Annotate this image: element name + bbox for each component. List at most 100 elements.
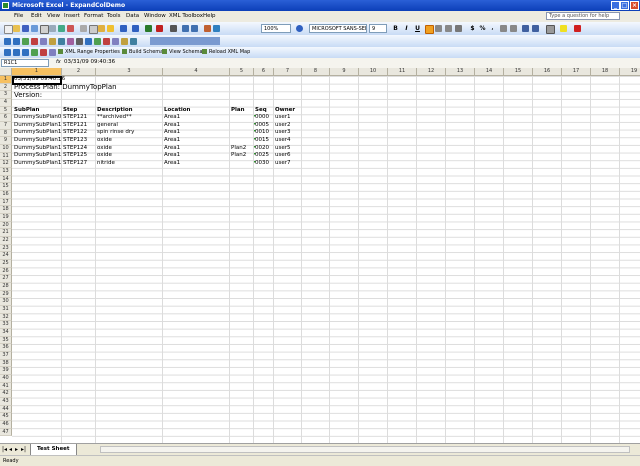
draw-border-icon[interactable] — [156, 25, 163, 32]
toolbar-icon-4[interactable] — [31, 38, 38, 45]
column-header-3[interactable]: 3 — [96, 68, 163, 76]
cell-seq[interactable]: 0025 — [255, 152, 269, 159]
redo-icon[interactable] — [132, 25, 139, 32]
header-owner[interactable]: Owner — [275, 107, 295, 114]
cell-owner[interactable]: user5 — [275, 145, 291, 152]
toolbar-icon-10[interactable] — [85, 38, 92, 45]
toolbar-icon-9[interactable] — [76, 38, 83, 45]
row-header-46[interactable]: 46 — [0, 421, 12, 429]
menu-help[interactable]: Help — [203, 13, 216, 19]
row-header-43[interactable]: 43 — [0, 398, 12, 406]
row-header-40[interactable]: 40 — [0, 375, 12, 383]
italic-button[interactable]: I — [402, 24, 411, 33]
cell-owner[interactable]: user7 — [275, 160, 291, 167]
row-header-33[interactable]: 33 — [0, 321, 12, 330]
autosum-icon[interactable] — [170, 25, 177, 32]
new-icon[interactable] — [4, 25, 13, 34]
ask-question-input[interactable]: Type a question for help — [546, 12, 620, 20]
toolbar-icon-5[interactable] — [40, 38, 47, 45]
column-header-16[interactable]: 16 — [533, 68, 562, 76]
name-box[interactable]: R1C1 — [1, 59, 49, 67]
row-header-12[interactable]: 12 — [0, 160, 12, 169]
cell-subplan[interactable]: DummySubPlan0 — [14, 114, 61, 121]
cell-step[interactable]: STEP122 — [63, 129, 87, 136]
header-description[interactable]: Description — [97, 107, 133, 114]
increase-indent-icon[interactable] — [532, 25, 539, 32]
decrease-indent-icon[interactable] — [522, 25, 529, 32]
cell-description[interactable]: **archived** — [97, 114, 132, 121]
row-header-41[interactable]: 41 — [0, 382, 12, 391]
cell-r2c1[interactable]: Process Plan: DummyTopPlan — [14, 83, 117, 91]
cell-step[interactable]: STEP127 — [63, 160, 87, 167]
fx-icon[interactable]: fx — [56, 59, 61, 65]
cell-description[interactable]: nitride — [97, 160, 115, 167]
next-sheet-icon[interactable]: ▸ — [15, 446, 18, 453]
font-size-select[interactable]: 9 — [369, 24, 387, 33]
toolbar-icon-12[interactable] — [103, 38, 110, 45]
row-header-26[interactable]: 26 — [0, 267, 12, 276]
cell-subplan[interactable]: DummySubPlan1 — [14, 152, 61, 159]
cell-seq[interactable]: 0000 — [255, 114, 269, 121]
cell-subplan[interactable]: DummySubPlan1 — [14, 129, 61, 136]
menu-data[interactable]: Data — [126, 13, 139, 19]
select-all-corner[interactable] — [0, 68, 12, 76]
cell-subplan[interactable]: DummySubPlan1 — [14, 160, 61, 167]
row-header-25[interactable]: 25 — [0, 260, 12, 268]
research-icon[interactable] — [67, 25, 74, 32]
xml-icon-1[interactable] — [4, 49, 11, 56]
save-icon[interactable] — [22, 25, 29, 32]
first-sheet-icon[interactable]: |◂ — [2, 446, 7, 453]
toolbar-icon-2[interactable] — [13, 38, 20, 45]
row-header-2[interactable]: 2 — [0, 83, 12, 92]
menu-file[interactable]: File — [14, 13, 23, 19]
row-header-6[interactable]: 6 — [0, 114, 12, 122]
cell-description[interactable]: general — [97, 122, 118, 129]
row-header-30[interactable]: 30 — [0, 298, 12, 307]
cell-owner[interactable]: user4 — [275, 137, 291, 144]
cell-seq[interactable]: 0020 — [255, 145, 269, 152]
close-button[interactable]: × — [630, 1, 639, 10]
menu-window[interactable]: Window — [144, 13, 166, 19]
column-header-13[interactable]: 13 — [446, 68, 475, 76]
view-schema-button[interactable]: View Schema — [162, 49, 203, 55]
column-header-11[interactable]: 11 — [388, 68, 417, 76]
column-header-12[interactable]: 12 — [417, 68, 446, 76]
row-header-20[interactable]: 20 — [0, 221, 12, 230]
underline-button[interactable]: U — [413, 24, 422, 33]
row-header-29[interactable]: 29 — [0, 290, 12, 299]
cell-description[interactable]: oxide — [97, 152, 112, 159]
row-header-35[interactable]: 35 — [0, 336, 12, 345]
increase-decimal-icon[interactable] — [500, 25, 507, 32]
xml-range-properties-button[interactable]: XML Range Properties — [58, 49, 120, 55]
header-location[interactable]: Location — [164, 107, 190, 114]
row-header-5[interactable]: 5 — [0, 106, 12, 115]
row-header-45[interactable]: 45 — [0, 413, 12, 422]
prev-sheet-icon[interactable]: ◂ — [9, 446, 12, 453]
open-icon[interactable] — [13, 25, 20, 32]
cell-plan[interactable]: Plan2 — [231, 152, 246, 159]
paste-icon[interactable] — [98, 25, 105, 32]
toolbar-icon-7[interactable] — [58, 38, 65, 45]
row-header-23[interactable]: 23 — [0, 244, 12, 253]
bold-button[interactable]: B — [391, 24, 400, 33]
cell-step[interactable]: STEP121 — [63, 114, 87, 121]
print-icon[interactable] — [40, 25, 49, 34]
maximize-button[interactable]: □ — [620, 1, 629, 10]
cell-seq[interactable]: 0015 — [255, 137, 269, 144]
column-header-4[interactable]: 4 — [163, 68, 230, 76]
row-header-15[interactable]: 15 — [0, 183, 12, 192]
row-header-36[interactable]: 36 — [0, 344, 12, 353]
zoom-select[interactable]: 100% — [261, 24, 291, 33]
menu-tools[interactable]: Tools — [107, 13, 121, 19]
borders-icon[interactable] — [546, 25, 555, 34]
row-header-7[interactable]: 7 — [0, 122, 12, 130]
font-color-icon[interactable] — [574, 25, 581, 32]
cell-subplan[interactable]: DummySubPlan1 — [14, 137, 61, 144]
row-header-38[interactable]: 38 — [0, 359, 12, 368]
column-header-19[interactable]: 19 — [620, 68, 640, 76]
undo-icon[interactable] — [120, 25, 127, 32]
cell-location[interactable]: Area1 — [164, 160, 180, 167]
row-header-19[interactable]: 19 — [0, 214, 12, 222]
help-icon[interactable] — [296, 25, 303, 32]
row-header-31[interactable]: 31 — [0, 306, 12, 314]
